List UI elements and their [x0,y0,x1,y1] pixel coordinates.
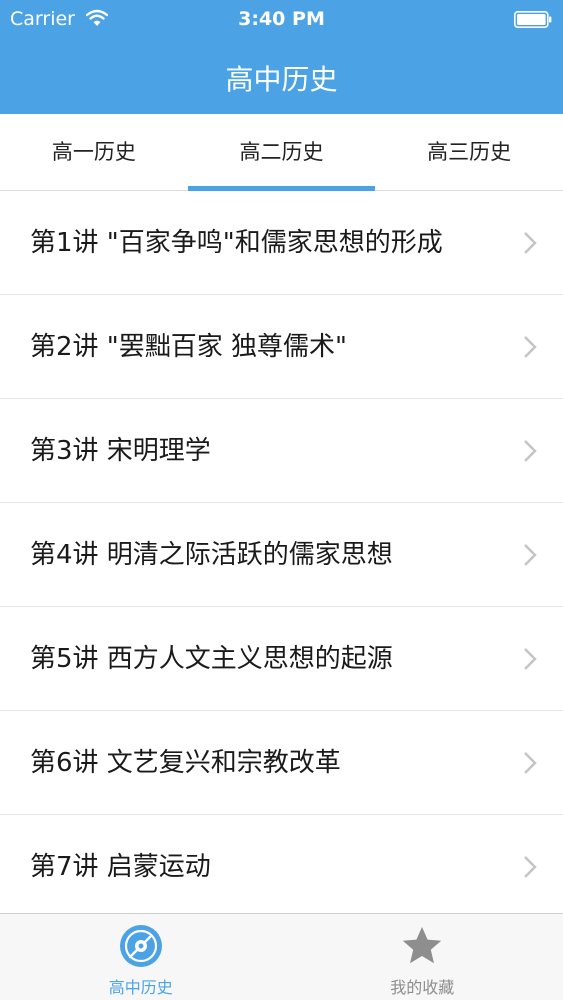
list-item[interactable]: 第7讲 启蒙运动 [0,815,563,913]
lesson-title: 第7讲 启蒙运动 [30,852,211,882]
chevron-right-icon [524,232,537,254]
tab-grade-3[interactable]: 高三历史 [375,114,563,190]
lesson-title: 第3讲 宋明理学 [30,436,211,466]
chevron-right-icon [524,440,537,462]
tabbar-label: 我的收藏 [390,978,455,997]
tab-grade-1[interactable]: 高一历史 [0,114,188,190]
lesson-title: 第4讲 明清之际活跃的儒家思想 [30,540,393,570]
list-item[interactable]: 第4讲 明清之际活跃的儒家思想 [0,503,563,607]
tabbar-label: 高中历史 [108,978,173,997]
disc-icon [119,925,162,967]
status-time: 3:40 PM [238,8,325,30]
lesson-title: 第6讲 文艺复兴和宗教改革 [30,748,341,778]
list-item[interactable]: 第1讲 "百家争鸣"和儒家思想的形成 [0,191,563,295]
chevron-right-icon [524,336,537,358]
status-bar: Carrier 3:40 PM [0,0,563,40]
tab-label: 高二历史 [239,140,324,164]
grade-tabs: 高一历史 高二历史 高三历史 [0,114,563,191]
tab-label: 高一历史 [51,140,136,164]
list-item[interactable]: 第5讲 西方人文主义思想的起源 [0,607,563,711]
page-title: 高中历史 [225,63,338,96]
header: Carrier 3:40 PM 高中历史 [0,0,563,114]
chevron-right-icon [524,856,537,878]
tabbar-item-history[interactable]: 高中历史 [0,914,282,1000]
lesson-title: 第1讲 "百家争鸣"和儒家思想的形成 [30,228,443,258]
battery-icon [514,11,552,28]
bottom-tab-bar: 高中历史 我的收藏 [0,913,563,1000]
tab-label: 高三历史 [427,140,512,164]
chevron-right-icon [524,544,537,566]
chevron-right-icon [524,648,537,670]
chevron-right-icon [524,752,537,774]
lesson-list: 第1讲 "百家争鸣"和儒家思想的形成 第2讲 "罢黜百家 独尊儒术" 第3讲 宋… [0,191,563,913]
list-item[interactable]: 第6讲 文艺复兴和宗教改革 [0,711,563,815]
lesson-title: 第2讲 "罢黜百家 独尊儒术" [30,332,347,362]
tab-grade-2[interactable]: 高二历史 [187,114,376,191]
star-icon [403,927,442,964]
lesson-title: 第5讲 西方人文主义思想的起源 [30,644,393,674]
list-item[interactable]: 第3讲 宋明理学 [0,399,563,503]
list-item[interactable]: 第2讲 "罢黜百家 独尊儒术" [0,295,563,399]
tabbar-item-favorites[interactable]: 我的收藏 [282,914,563,1000]
